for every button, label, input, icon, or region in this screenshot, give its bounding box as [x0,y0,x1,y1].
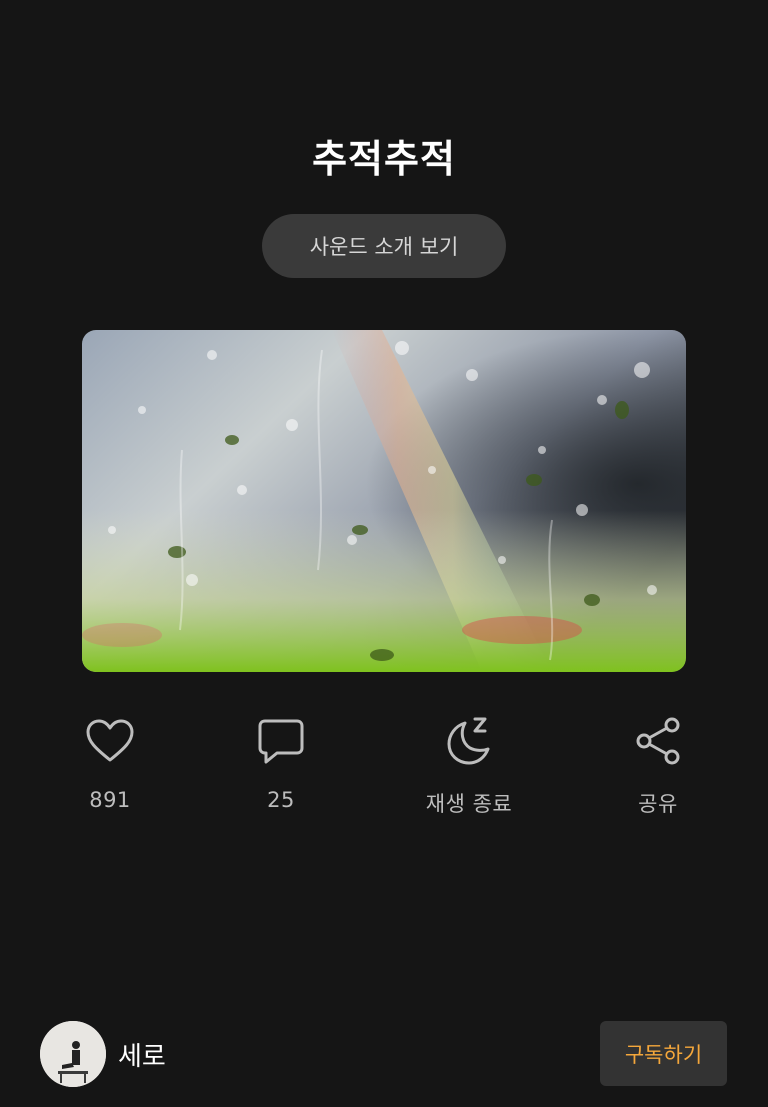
avatar[interactable] [40,1021,106,1087]
sleep-timer-button[interactable]: 재생 종료 [399,714,539,818]
like-count: 891 [89,788,131,812]
moon-sleep-icon [442,714,496,768]
comment-icon [254,714,308,768]
sleep-timer-label: 재생 종료 [425,792,513,816]
creator-name[interactable]: 세로 [118,1036,166,1073]
sound-title: 추적추적 [312,137,456,181]
share-label: 공유 [638,792,678,816]
heart-icon [83,714,137,768]
comment-count: 25 [267,788,295,812]
action-bar: 891 25 재생 종료 공유 [0,714,768,824]
like-button[interactable]: 891 [40,714,180,812]
subscribe-button[interactable]: 구독하기 [600,1021,727,1086]
sound-intro-button[interactable]: 사운드 소개 보기 [262,214,506,278]
cover-image [82,330,686,672]
share-button[interactable]: 공유 [588,714,728,818]
share-icon [631,714,685,768]
creator-bar: 세로 구독하기 [0,1018,768,1090]
comment-button[interactable]: 25 [211,714,351,812]
